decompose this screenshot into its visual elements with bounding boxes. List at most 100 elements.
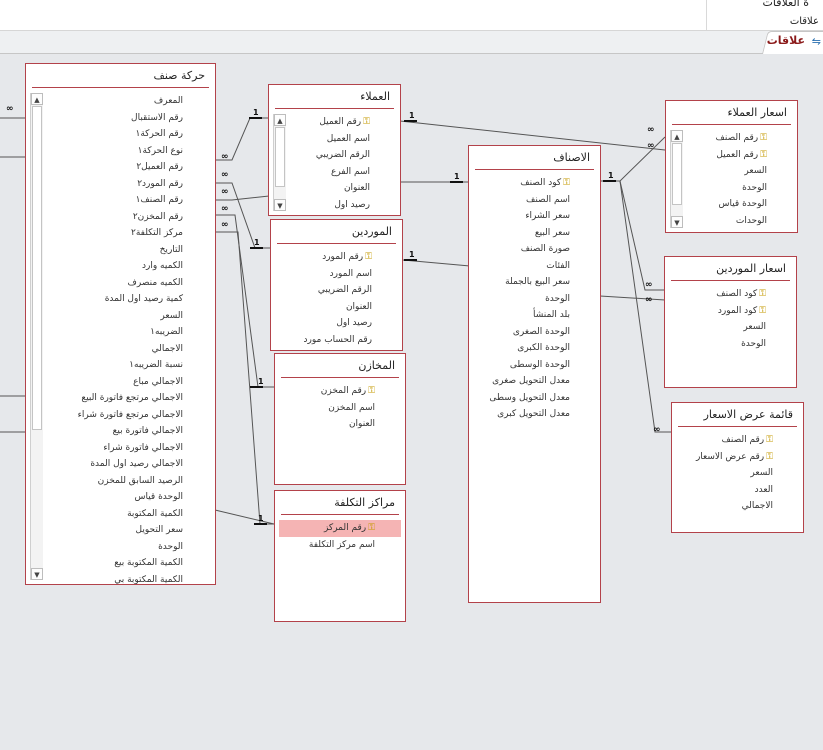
field[interactable]: الكمية المكتوبة xyxy=(46,506,183,523)
field-primary-key[interactable]: ⚿رقم العميل xyxy=(289,114,370,131)
field-primary-key[interactable]: ⚿رقم الصنف xyxy=(676,432,773,449)
scrollbar[interactable]: ▲ ▼ xyxy=(670,130,683,228)
field[interactable]: رقم الحركة١ xyxy=(46,126,183,143)
scroll-up-icon[interactable]: ▲ xyxy=(671,130,683,142)
scroll-down-icon[interactable]: ▼ xyxy=(671,216,683,228)
field[interactable]: السعر xyxy=(676,465,773,482)
field[interactable]: اسم المخزن xyxy=(279,400,375,417)
field[interactable]: الوحدة الوسطى xyxy=(473,357,570,374)
table-omalaa[interactable]: العملاء ▲ ▼ ⚿رقم العميل اسم العميل الرقم… xyxy=(268,84,401,216)
field[interactable]: رقم الحساب مورد xyxy=(275,332,372,349)
field[interactable]: الكمية المكتوبة بيع xyxy=(46,555,183,572)
field[interactable]: المعرف xyxy=(46,93,183,110)
field[interactable]: الوحدة xyxy=(46,539,183,556)
table-title[interactable]: قائمة عرض الاسعار xyxy=(672,403,803,427)
table-title[interactable]: حركة صنف xyxy=(26,64,215,88)
field[interactable]: الاجمالي xyxy=(676,498,773,515)
field-primary-key[interactable]: ⚿رقم عرض الاسعار xyxy=(676,449,773,466)
field[interactable]: الوحدات xyxy=(686,213,767,230)
field[interactable]: الاجمالي مرتجع فاتورة البيع xyxy=(46,390,183,407)
scroll-thumb[interactable] xyxy=(275,127,285,187)
table-asnaf[interactable]: الاصناف ⚿كود الصنف اسم الصنف سعر الشراء … xyxy=(468,145,601,603)
scroll-up-icon[interactable]: ▲ xyxy=(274,114,286,126)
field[interactable]: السعر xyxy=(686,163,767,180)
field[interactable]: مركز التكلفة٢ xyxy=(46,225,183,242)
table-title[interactable]: الاصناف xyxy=(469,146,600,170)
field-primary-key[interactable]: ⚿كود الصنف xyxy=(669,286,766,303)
field[interactable]: اسم الصنف xyxy=(473,192,570,209)
scroll-down-icon[interactable]: ▼ xyxy=(274,199,286,211)
field[interactable]: الوحدة الكبرى xyxy=(473,340,570,357)
field[interactable]: الضريبه١ xyxy=(46,324,183,341)
field[interactable]: العنوان xyxy=(289,180,370,197)
field[interactable]: الرصيد السابق للمخزن xyxy=(46,473,183,490)
field-primary-key[interactable]: ⚿رقم المخزن xyxy=(279,383,375,400)
field-primary-key[interactable]: ⚿رقم المورد xyxy=(275,249,372,266)
field-primary-key[interactable]: ⚿كود المورد xyxy=(669,303,766,320)
field[interactable]: الوحدة قياس xyxy=(686,196,767,213)
field-primary-key[interactable]: ⚿رقم العميل xyxy=(686,147,767,164)
field[interactable]: اسم الفرع xyxy=(289,164,370,181)
field[interactable]: رقم العميل٢ xyxy=(46,159,183,176)
field[interactable]: رقم الصنف١ xyxy=(46,192,183,209)
field[interactable]: رقم المورد٢ xyxy=(46,176,183,193)
table-asaar-omalaa[interactable]: اسعار العملاء ▲ ▼ ⚿رقم الصنف ⚿رقم العميل… xyxy=(665,100,798,233)
field[interactable]: الرقم الضريبي xyxy=(275,282,372,299)
field[interactable]: العنوان xyxy=(279,416,375,433)
table-title[interactable]: الموردين xyxy=(271,220,402,244)
field[interactable]: رصيد اول xyxy=(275,315,372,332)
table-title[interactable]: العملاء xyxy=(269,85,400,109)
field[interactable]: بلد المنشأ xyxy=(473,307,570,324)
field[interactable]: سعر التحويل xyxy=(46,522,183,539)
table-harakat-sanf[interactable]: حركة صنف ▲ ▼ المعرف رقم الاستقبال رقم ال… xyxy=(25,63,216,585)
field[interactable]: رقم المخزن٢ xyxy=(46,209,183,226)
field-primary-key[interactable]: ⚿كود الصنف xyxy=(473,175,570,192)
field[interactable]: معدل التحويل صغرى xyxy=(473,373,570,390)
field[interactable]: الوحدة xyxy=(473,291,570,308)
field[interactable]: الرقم الضريبي xyxy=(289,147,370,164)
table-marakez[interactable]: مراكز التكلفة ⚿رقم المركز اسم مركز التكل… xyxy=(274,490,406,622)
field[interactable]: الوحدة xyxy=(686,180,767,197)
field[interactable]: الكميه وارد xyxy=(46,258,183,275)
scroll-up-icon[interactable]: ▲ xyxy=(31,93,43,105)
scrollbar[interactable]: ▲ ▼ xyxy=(273,114,286,211)
table-asaar-mowarideen[interactable]: اسعار الموردين ⚿كود الصنف ⚿كود المورد ال… xyxy=(664,256,797,388)
field[interactable]: الوحدة xyxy=(669,336,766,353)
field[interactable]: معدل التحويل وسطى xyxy=(473,390,570,407)
table-title[interactable]: مراكز التكلفة xyxy=(275,491,405,515)
field[interactable]: كمية رصيد اول المدة xyxy=(46,291,183,308)
table-qaemat-ard[interactable]: قائمة عرض الاسعار ⚿رقم الصنف ⚿رقم عرض ال… xyxy=(671,402,804,533)
field[interactable]: اسم العميل xyxy=(289,131,370,148)
field[interactable]: الوحدة قياس xyxy=(46,489,183,506)
field[interactable]: الوحدة الصغرى xyxy=(473,324,570,341)
field[interactable]: التاريخ xyxy=(46,242,183,259)
field[interactable]: سعر البيع بالجملة xyxy=(473,274,570,291)
field-primary-key-selected[interactable]: ⚿رقم المركز xyxy=(279,520,401,537)
field[interactable]: الكميه منصرف xyxy=(46,275,183,292)
field[interactable]: اسم مركز التكلفة xyxy=(279,537,401,554)
field[interactable]: العنوان xyxy=(275,299,372,316)
field-primary-key[interactable]: ⚿رقم الصنف xyxy=(686,130,767,147)
field[interactable]: السعر xyxy=(669,319,766,336)
table-mowarideen[interactable]: الموردين ⚿رقم المورد اسم المورد الرقم ال… xyxy=(270,219,403,351)
field[interactable]: السعر xyxy=(46,308,183,325)
table-makhazen[interactable]: المخازن ⚿رقم المخزن اسم المخزن العنوان xyxy=(274,353,406,485)
field[interactable]: نسبة الضريبه١ xyxy=(46,357,183,374)
scroll-thumb[interactable] xyxy=(672,143,682,205)
field[interactable]: الاجمالي رصيد اول المدة xyxy=(46,456,183,473)
table-title[interactable]: المخازن xyxy=(275,354,405,378)
field[interactable]: نوع الحركة١ xyxy=(46,143,183,160)
field[interactable]: صورة الصنف xyxy=(473,241,570,258)
field[interactable]: الكمية المكتوبة بي xyxy=(46,572,183,585)
field[interactable]: الاجمالي xyxy=(46,341,183,358)
field[interactable]: الاجمالي فاتورة بيع xyxy=(46,423,183,440)
field[interactable]: سعر البيع xyxy=(473,225,570,242)
field[interactable]: رقم الاستقبال xyxy=(46,110,183,127)
field[interactable]: العدد xyxy=(676,482,773,499)
field[interactable]: الفئات xyxy=(473,258,570,275)
table-title[interactable]: اسعار الموردين xyxy=(665,257,796,281)
field[interactable]: الاجمالي مرتجع فاتورة شراء xyxy=(46,407,183,424)
field[interactable]: سعر الشراء xyxy=(473,208,570,225)
field[interactable]: اسم المورد xyxy=(275,266,372,283)
field[interactable]: معدل التحويل كبرى xyxy=(473,406,570,423)
